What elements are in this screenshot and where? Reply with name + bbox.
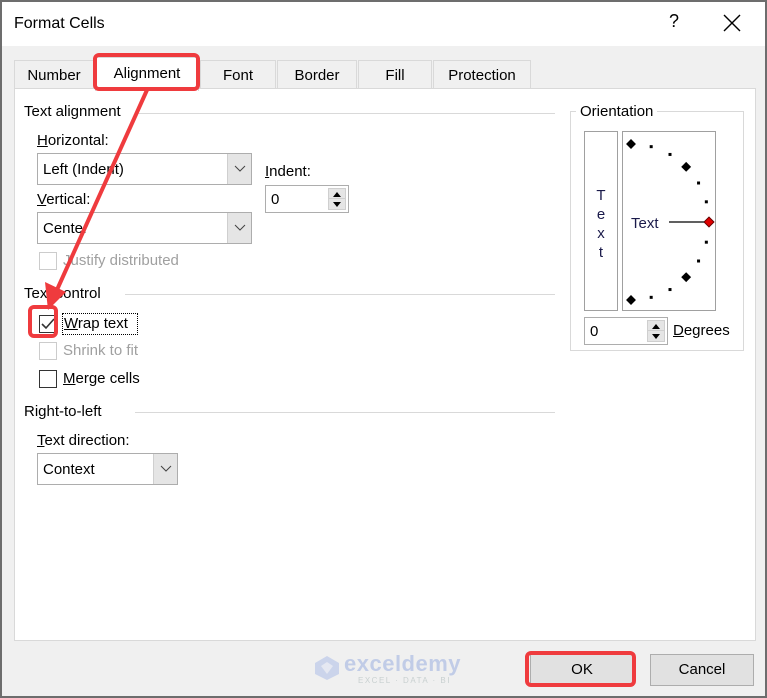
orientation-minor-marker[interactable] (697, 181, 701, 185)
horizontal-select-value: Left (Indent) (43, 161, 124, 178)
wrap-text-checkbox[interactable] (39, 315, 57, 333)
tab-border[interactable]: Border (277, 60, 357, 90)
orientation-minor-marker[interactable] (649, 295, 653, 299)
chevron-down-icon (234, 165, 246, 172)
horizontal-select[interactable]: Left (Indent) (37, 153, 252, 185)
text-direction-label-text: ext direction: (44, 432, 130, 449)
title-bar: Format Cells ? (2, 2, 765, 46)
justify-distributed-checkbox[interactable] (39, 252, 57, 270)
text-direction-label: Text direction: (37, 432, 130, 449)
vertical-text-button[interactable]: T e x t (584, 131, 618, 311)
indent-label-text: ndent: (269, 163, 311, 180)
close-icon (723, 14, 741, 32)
help-button[interactable]: ? (662, 11, 686, 37)
shrink-to-fit-label: Shrink to fit (63, 342, 139, 359)
justify-distributed-label: Justify distributed (63, 252, 179, 269)
degrees-spin-buttons (647, 320, 665, 342)
orientation-major-marker[interactable] (626, 139, 636, 149)
indent-label: Indent: (265, 163, 311, 180)
orientation-minor-marker[interactable] (697, 259, 701, 263)
cancel-button[interactable]: Cancel (650, 654, 754, 686)
close-button[interactable] (714, 8, 750, 38)
vertical-letter: T (596, 187, 606, 204)
orientation-heading: Orientation (576, 103, 658, 120)
vertical-label-text: ertical: (46, 191, 91, 208)
tab-font[interactable]: Font (200, 60, 276, 90)
degrees-label: Degrees (673, 322, 730, 339)
orientation-minor-marker[interactable] (649, 145, 653, 149)
degrees-decrement-button[interactable] (648, 331, 664, 341)
orientation-major-marker[interactable] (626, 295, 636, 305)
text-alignment-divider (135, 113, 555, 114)
vertical-letter: x (597, 225, 605, 242)
wrap-text-label-text: rap text (77, 315, 128, 332)
text-direction-dropdown-button[interactable] (153, 454, 177, 484)
text-direction-value: Context (43, 461, 95, 478)
exceldemy-watermark: exceldemy EXCEL · DATA · BI (314, 651, 461, 687)
horizontal-label: Horizontal: (37, 132, 109, 149)
shrink-to-fit-checkbox[interactable] (39, 342, 57, 360)
indent-spinner[interactable]: 0 (265, 185, 349, 213)
vertical-select[interactable]: Center (37, 212, 252, 244)
orientation-minor-marker[interactable] (704, 240, 708, 244)
text-control-heading: Text control (24, 285, 105, 302)
indent-value: 0 (271, 191, 280, 208)
chevron-down-icon (234, 224, 246, 231)
arrow-up-icon (652, 324, 660, 329)
horizontal-label-text: orizontal: (47, 132, 109, 149)
dialog-title: Format Cells (14, 15, 105, 32)
tab-alignment[interactable]: Alignment (95, 57, 199, 91)
tab-protection[interactable]: Protection (433, 60, 531, 90)
alignment-panel: Text alignment Horizontal: Left (Indent)… (14, 88, 756, 641)
orientation-minor-marker[interactable] (668, 152, 672, 156)
ok-button[interactable]: OK (530, 654, 634, 686)
horizontal-dropdown-button[interactable] (227, 154, 251, 184)
exceldemy-logo-icon (315, 656, 339, 680)
format-cells-dialog: Format Cells ? Number Alignment Font Bor… (0, 0, 767, 698)
merge-cells-label-text: erge cells (75, 370, 140, 387)
tab-fill[interactable]: Fill (358, 60, 432, 90)
text-control-divider (125, 294, 555, 295)
indent-increment-button[interactable] (329, 189, 345, 199)
tab-number[interactable]: Number (14, 60, 94, 90)
degrees-increment-button[interactable] (648, 321, 664, 331)
orientation-major-marker[interactable] (681, 272, 692, 283)
wrap-text-label[interactable]: Wrap text (64, 315, 128, 332)
orientation-dial[interactable]: Text (622, 131, 716, 311)
vertical-text-letters: T e x t (585, 186, 617, 262)
watermark-tagline: EXCEL · DATA · BI (358, 676, 451, 685)
orientation-minor-marker[interactable] (704, 200, 708, 204)
right-to-left-divider (135, 412, 555, 413)
indent-decrement-button[interactable] (329, 199, 345, 209)
vertical-letter: t (598, 244, 604, 261)
degrees-value: 0 (590, 323, 599, 340)
arrow-down-icon (333, 202, 341, 207)
arrow-down-icon (652, 334, 660, 339)
merge-cells-label[interactable]: Merge cells (63, 370, 140, 387)
degrees-spinner[interactable]: 0 (584, 317, 668, 345)
text-direction-select[interactable]: Context (37, 453, 178, 485)
vertical-letter: e (596, 206, 606, 223)
orientation-selected-marker[interactable] (703, 216, 715, 228)
indent-spin-buttons (328, 188, 346, 210)
text-alignment-heading: Text alignment (24, 103, 125, 120)
orientation-major-marker[interactable] (681, 161, 692, 172)
right-to-left-heading: Right-to-left (24, 403, 106, 420)
watermark-name: exceldemy (344, 651, 462, 676)
arrow-up-icon (333, 192, 341, 197)
merge-cells-checkbox[interactable] (39, 370, 57, 388)
degrees-label-text: egrees (683, 322, 730, 339)
chevron-down-icon (160, 465, 172, 472)
vertical-label: Vertical: (37, 191, 91, 208)
orientation-dial-text: Text (631, 215, 659, 232)
checkmark-icon (41, 318, 55, 330)
vertical-select-value: Center (43, 220, 89, 237)
vertical-dropdown-button[interactable] (227, 213, 251, 243)
orientation-minor-marker[interactable] (668, 288, 672, 292)
